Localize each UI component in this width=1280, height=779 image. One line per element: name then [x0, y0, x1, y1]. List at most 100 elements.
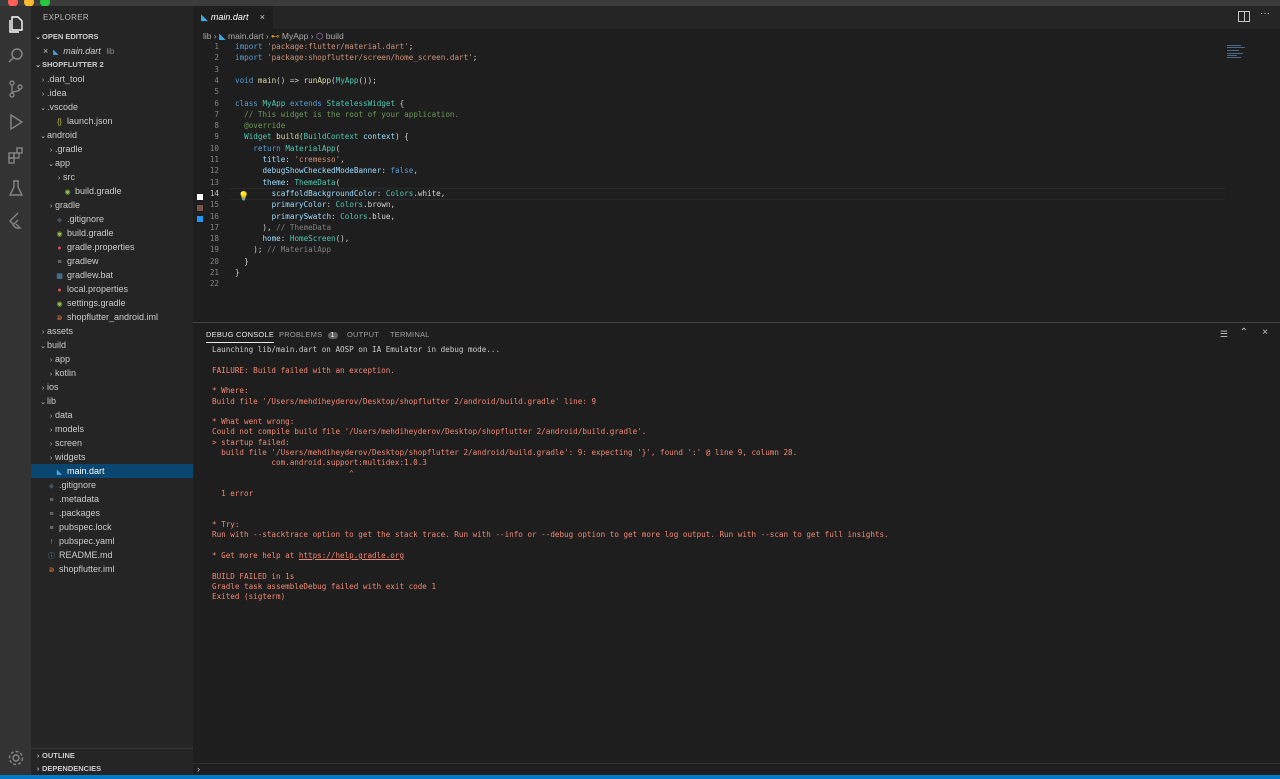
tree-folder[interactable]: › widgets: [31, 450, 193, 464]
tree-file[interactable]: ◉ build.gradle: [31, 184, 193, 198]
search-icon[interactable]: [6, 46, 26, 66]
open-editor-item[interactable]: × ◣ main.dart lib: [31, 44, 193, 58]
tree-file[interactable]: ≡ .packages: [31, 506, 193, 520]
code-line: ), // ThemeData: [235, 222, 332, 232]
close-panel-icon[interactable]: ×: [1262, 327, 1268, 338]
tree-folder[interactable]: › kotlin: [31, 366, 193, 380]
code-line: @override: [244, 121, 286, 131]
outline-section[interactable]: › OUTLINE: [31, 748, 193, 762]
lightbulb-icon[interactable]: 💡: [238, 191, 249, 202]
tree-folder[interactable]: › .gradle: [31, 142, 193, 156]
tree-folder[interactable]: ⌄.vscode: [31, 100, 193, 114]
console-line: * Try:: [212, 520, 239, 529]
tree-file[interactable]: ▦ gradlew.bat: [31, 268, 193, 282]
tree-item-label: gradle: [55, 200, 81, 210]
extensions-icon[interactable]: [6, 145, 26, 165]
tree-folder[interactable]: › data: [31, 408, 193, 422]
tree-folder[interactable]: › src: [31, 170, 193, 184]
tab-debug-console[interactable]: DEBUG CONSOLE: [206, 330, 275, 343]
console-line: com.android.support:multidex:1.0.3: [212, 458, 426, 467]
tree-folder[interactable]: ⌄android: [31, 128, 193, 142]
tree-file[interactable]: ≡ pubspec.lock: [31, 520, 193, 534]
tree-file[interactable]: ◆ .gitignore: [31, 478, 193, 492]
line-number: 13: [209, 177, 219, 187]
line-number: 19: [209, 245, 219, 255]
console-line: BUILD FAILED in 1s: [212, 572, 294, 581]
line-number: 7: [214, 109, 219, 119]
tree-file[interactable]: ⓘ README.md: [31, 548, 193, 562]
dependencies-section[interactable]: › DEPENDENCIES: [31, 762, 193, 775]
tree-item-label: app: [55, 158, 71, 168]
tree-folder[interactable]: › assets: [31, 324, 193, 338]
tree-file[interactable]: ! pubspec.yaml: [31, 534, 193, 548]
maximize-panel-icon[interactable]: ⌃: [1240, 327, 1248, 338]
tree-folder[interactable]: › gradle: [31, 198, 193, 212]
console-line: ^: [212, 469, 354, 478]
tree-item-label: .gitignore: [59, 480, 97, 490]
tree-item-label: shopflutter_android.iml: [67, 312, 159, 322]
test-flask-icon[interactable]: [6, 178, 26, 198]
gear-icon[interactable]: [6, 748, 26, 768]
project-section[interactable]: ⌄SHOPFLUTTER 2: [31, 58, 193, 72]
tree-file[interactable]: ◆ .gitignore: [31, 212, 193, 226]
console-line: Run with --stacktrace option to get the …: [212, 530, 889, 539]
tab-main-dart[interactable]: ◣ main.dart ×: [193, 6, 273, 29]
iml-icon: ⋑: [48, 567, 55, 574]
help-link[interactable]: https://help.gradle.org: [299, 551, 404, 560]
tree-file[interactable]: ≡ gradlew: [31, 254, 193, 268]
close-icon[interactable]: ×: [43, 46, 48, 56]
tree-item-label: gradlew: [67, 256, 99, 266]
line-number: 20: [209, 256, 219, 266]
line-number: 2: [214, 53, 219, 63]
run-debug-icon[interactable]: [6, 112, 26, 132]
breadcrumb-class[interactable]: MyApp: [282, 31, 308, 41]
tree-folder[interactable]: › .dart_tool: [31, 72, 193, 86]
tree-file[interactable]: ◉ build.gradle: [31, 226, 193, 240]
tree-file[interactable]: {} launch.json: [31, 114, 193, 128]
close-icon[interactable]: ×: [260, 6, 265, 29]
tree-folder[interactable]: › screen: [31, 436, 193, 450]
tree-folder[interactable]: ⌄app: [31, 156, 193, 170]
tree-folder[interactable]: ⌄lib: [31, 394, 193, 408]
console-line: * What went wrong:: [212, 417, 294, 426]
dart-icon: ◣: [201, 12, 208, 22]
tree-folder[interactable]: › app: [31, 352, 193, 366]
tab-problems[interactable]: PROBLEMS 1: [279, 330, 338, 339]
flutter-icon[interactable]: [6, 210, 26, 230]
split-editor-icon[interactable]: [1238, 11, 1250, 22]
code-line: class MyApp extends StatelessWidget {: [235, 98, 405, 108]
source-control-icon[interactable]: [6, 79, 26, 99]
tree-item-label: settings.gradle: [67, 298, 126, 308]
bottom-panel: DEBUG CONSOLE PROBLEMS 1 OUTPUT TERMINAL…: [193, 322, 1280, 775]
tree-item-label: .gradle: [55, 144, 83, 154]
code-line: primarySwatch: Colors.blue,: [271, 211, 396, 221]
tab-terminal[interactable]: TERMINAL: [390, 330, 430, 339]
tab-output[interactable]: OUTPUT: [347, 330, 379, 339]
tree-file[interactable]: ⋑ shopflutter_android.iml: [31, 310, 193, 324]
breadcrumb-file[interactable]: main.dart: [228, 31, 263, 41]
tree-file[interactable]: ● local.properties: [31, 282, 193, 296]
tree-file[interactable]: ≡ .metadata: [31, 492, 193, 506]
tree-folder[interactable]: › models: [31, 422, 193, 436]
tree-file[interactable]: ◣ main.dart: [31, 464, 193, 478]
line-number: 10: [209, 143, 219, 153]
line-number: 21: [209, 268, 219, 277]
tree-file[interactable]: ◉ settings.gradle: [31, 296, 193, 310]
tree-file[interactable]: ⋑ shopflutter.iml: [31, 562, 193, 576]
tree-folder[interactable]: › ios: [31, 380, 193, 394]
files-icon[interactable]: [6, 14, 26, 34]
more-actions-icon[interactable]: ···: [1260, 8, 1270, 19]
code-line: }: [235, 268, 240, 277]
code-line: title: 'cremesso',: [262, 155, 345, 164]
open-editors-section[interactable]: ⌄OPEN EDITORS: [31, 30, 193, 44]
console-text: * What went wrong:: [212, 417, 295, 427]
minimap[interactable]: [1227, 44, 1247, 60]
tree-folder[interactable]: ⌄build: [31, 338, 193, 352]
code-line: home: HomeScreen(),: [262, 234, 350, 244]
tree-folder[interactable]: › .idea: [31, 86, 193, 100]
breadcrumb-folder[interactable]: lib: [203, 31, 212, 41]
tree-file[interactable]: ● gradle.properties: [31, 240, 193, 254]
breadcrumb-method[interactable]: build: [326, 31, 344, 41]
console-text: 1 error: [212, 489, 254, 499]
clear-console-icon[interactable]: ☰: [1220, 329, 1228, 340]
